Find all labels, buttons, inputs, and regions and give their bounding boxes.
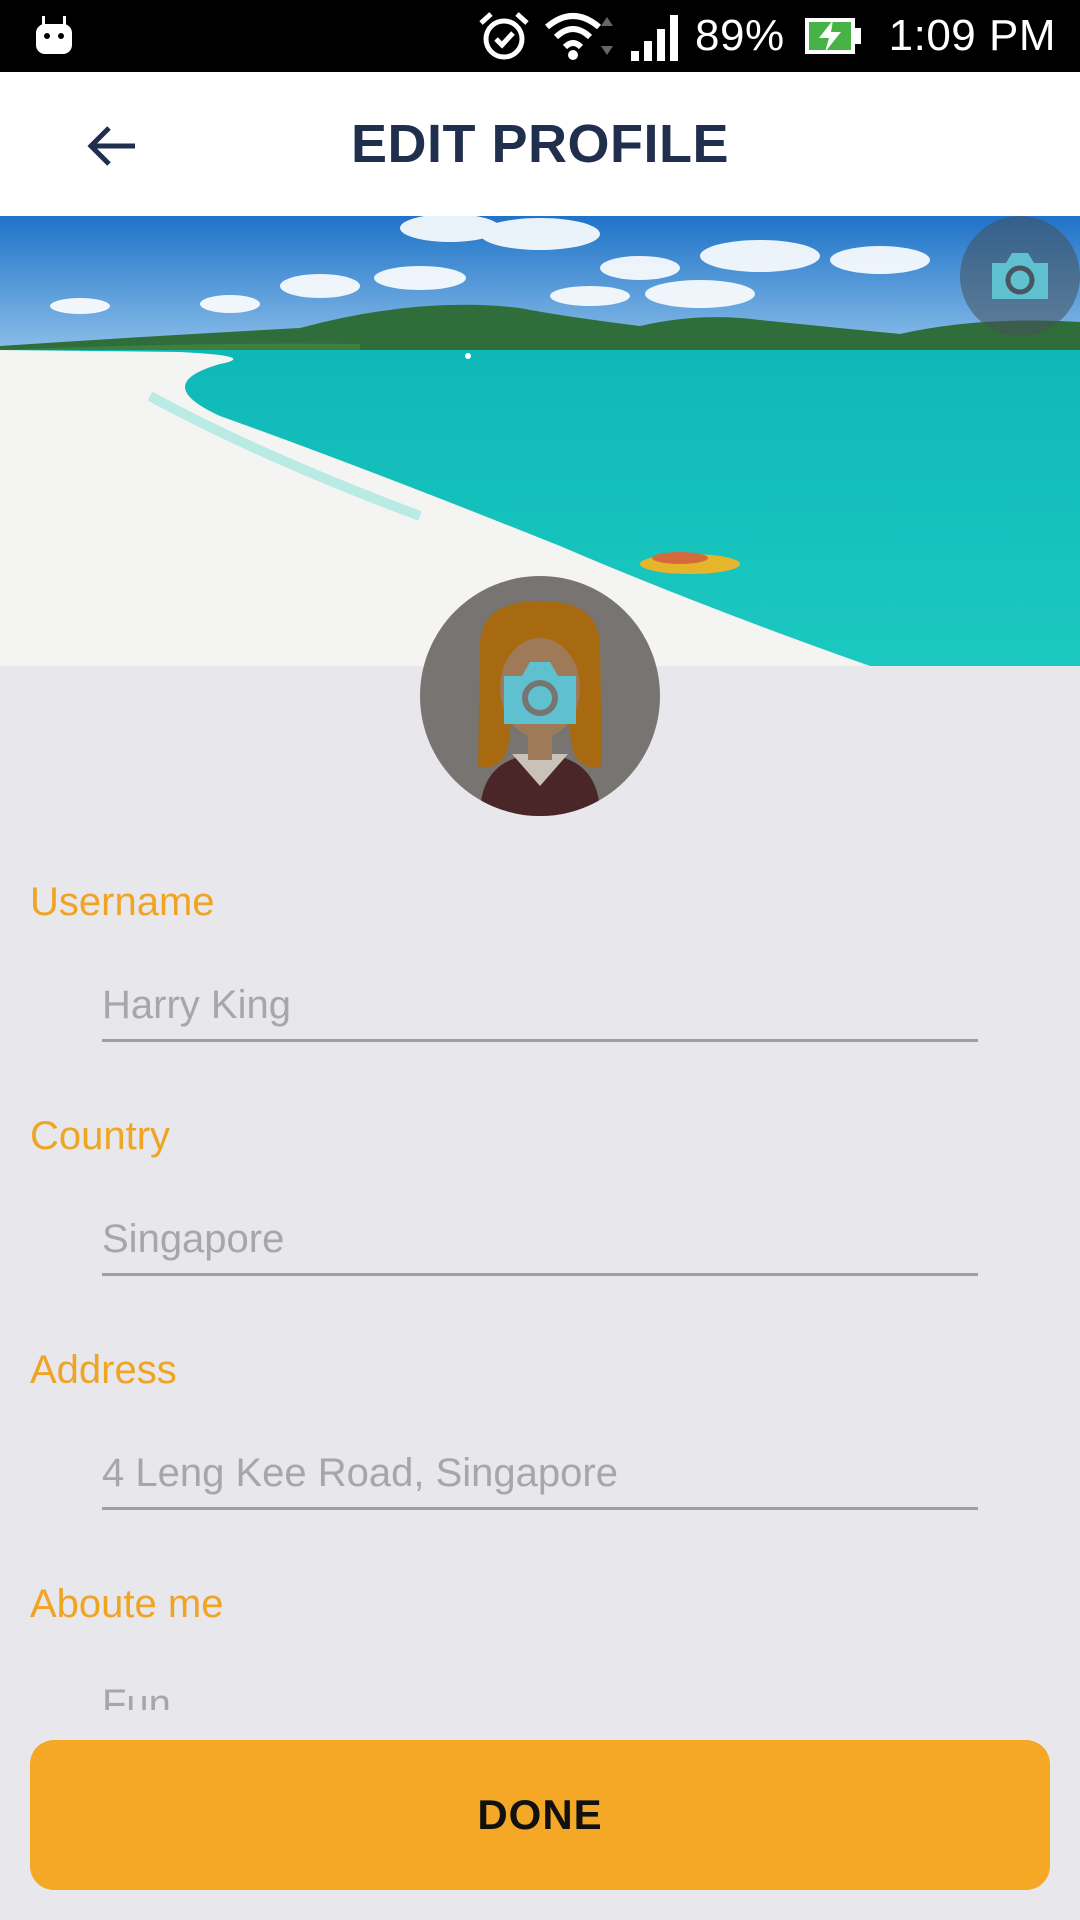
about-text: Fun [102, 1682, 171, 1710]
about-input[interactable]: Fun [102, 1680, 978, 1710]
country-label: Country [30, 1114, 171, 1158]
camera-icon [504, 662, 576, 724]
alarm-icon [479, 12, 529, 60]
status-bar: 89% 1:09 PM [0, 0, 1080, 72]
battery-charging-icon [804, 18, 861, 54]
done-label: DONE [477, 1791, 603, 1838]
address-label: Address [30, 1348, 177, 1392]
wifi-icon [545, 13, 614, 60]
battery-percentage: 89% [695, 11, 785, 60]
avatar[interactable] [420, 576, 660, 816]
android-debug-icon [36, 16, 72, 54]
change-cover-button[interactable] [960, 216, 1080, 336]
signal-icon [631, 15, 679, 61]
username-input[interactable] [102, 972, 978, 1042]
username-label: Username [30, 880, 215, 924]
done-button[interactable]: DONE [30, 1740, 1050, 1890]
address-input[interactable] [102, 1440, 978, 1510]
page-title: EDIT PROFILE [350, 114, 729, 174]
clock: 1:09 PM [888, 11, 1056, 60]
about-label: Aboute me [30, 1582, 224, 1626]
camera-icon [992, 253, 1048, 299]
app-bar: EDIT PROFILE [0, 72, 1080, 216]
country-input[interactable] [102, 1206, 978, 1276]
